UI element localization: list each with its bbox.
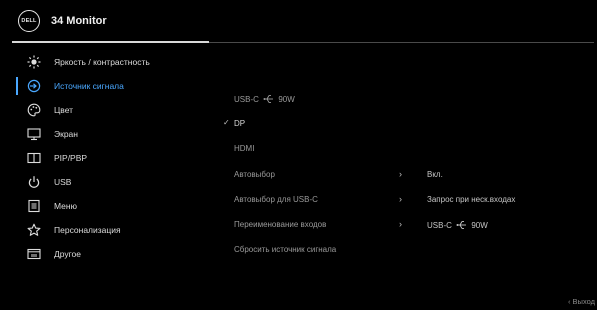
rename-inputs-row[interactable]: Переименование входов › USB-C 90W (234, 215, 594, 237)
auto-select-usbc-row[interactable]: Автовыбор для USB-C › Запрос при неск.вх… (234, 190, 594, 212)
sidebar-item-label: Цвет (54, 105, 74, 115)
palette-icon (26, 102, 42, 118)
auto-select-value: Вкл. (427, 170, 443, 179)
chevron-right-icon: › (399, 219, 402, 229)
rename-inputs-value: USB-C (427, 221, 452, 230)
other-icon (26, 246, 42, 262)
sidebar-item-label: Экран (54, 129, 78, 139)
sidebar-item-label: Источник сигнала (54, 81, 124, 91)
brightness-icon (26, 54, 42, 70)
usbc-power-icon (263, 95, 274, 103)
exit-button[interactable]: ‹ Выход (568, 297, 595, 306)
sidebar-item-label: Другое (54, 249, 82, 259)
active-indicator (16, 77, 18, 95)
dell-logo: DELL (18, 10, 40, 32)
header-divider (209, 41, 594, 43)
sidebar-item-color[interactable]: Цвет (0, 98, 200, 122)
sidebar-item-usb[interactable]: USB (0, 170, 200, 194)
sidebar-item-brightness[interactable]: Яркость / контрастность (0, 50, 200, 74)
chevron-right-icon: › (399, 194, 402, 204)
input-hdmi-label: HDMI (234, 144, 255, 153)
sidebar-item-label: Меню (54, 201, 77, 211)
rename-inputs-label: Переименование входов (234, 220, 327, 229)
auto-select-usbc-value: Запрос при неск.входах (427, 195, 516, 204)
auto-select-row[interactable]: Автовыбор › Вкл. (234, 165, 594, 187)
header: DELL 34 Monitor (18, 9, 107, 33)
check-icon: ✓ (223, 118, 230, 127)
monitor-title: 34 Monitor (51, 15, 107, 27)
star-icon (26, 222, 42, 238)
sidebar-item-other[interactable]: Другое (0, 242, 200, 266)
sidebar-item-pip-pbp[interactable]: PIP/PBP (0, 146, 200, 170)
sidebar-item-menu[interactable]: Меню (0, 194, 200, 218)
rename-inputs-value-power: 90W (471, 221, 488, 230)
sidebar-item-personalize[interactable]: Персонализация (0, 218, 200, 242)
sidebar-item-label: USB (54, 177, 72, 187)
auto-select-label: Автовыбор (234, 170, 275, 179)
pip-pbp-icon (26, 150, 42, 166)
sidebar-item-label: Яркость / контрастность (54, 57, 150, 67)
menu-icon (26, 198, 42, 214)
input-source-icon (26, 78, 42, 94)
logo-text: DELL (21, 18, 37, 24)
header-divider-active (12, 41, 209, 43)
input-usbc-power: 90W (278, 95, 295, 104)
reset-input-source-label: Сбросить источник сигнала (234, 245, 337, 254)
input-dp[interactable]: ✓ DP (223, 114, 594, 136)
chevron-right-icon: › (399, 169, 402, 179)
input-usbc[interactable]: USB-C 90W (234, 89, 594, 111)
input-dp-label: DP (234, 119, 246, 128)
usbc-power-icon (456, 221, 467, 229)
usb-power-icon (26, 174, 42, 190)
auto-select-usbc-label: Автовыбор для USB-C (234, 195, 318, 204)
sidebar-item-label: PIP/PBP (54, 153, 88, 163)
display-icon (26, 126, 42, 142)
reset-input-source-row[interactable]: Сбросить источник сигнала (234, 240, 594, 262)
sidebar-item-input-source[interactable]: Источник сигнала (0, 74, 200, 98)
sidebar-item-display[interactable]: Экран (0, 122, 200, 146)
sidebar-item-label: Персонализация (54, 225, 121, 235)
input-usbc-label: USB-C (234, 95, 259, 104)
input-hdmi[interactable]: HDMI (234, 139, 594, 161)
